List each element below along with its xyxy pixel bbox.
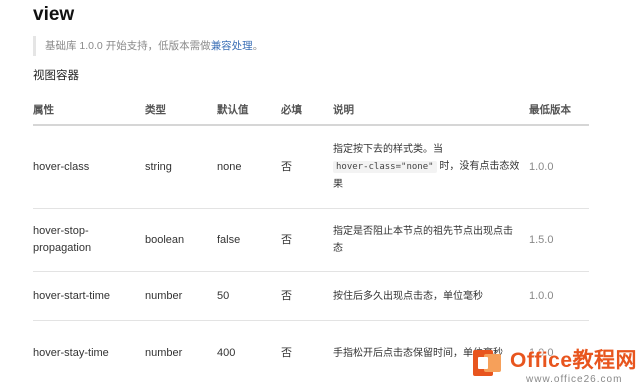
header-required: 必填 [281,94,333,126]
tip-suffix: 。 [252,40,264,52]
table-row: hover-stay-time number 400 否 手指松开后点击态保留时… [33,321,589,386]
cell-type: string [145,125,217,209]
cell-description: 按住后多久出现点击态，单位毫秒 [333,271,529,321]
cell-description: 指定按下去的样式类。当 hover-class="none" 时，没有点击态效果 [333,125,529,209]
cell-attr: hover-stop-propagation [33,208,145,272]
cell-attr: hover-class [33,125,145,209]
cell-type: boolean [145,208,217,272]
section-title: 视图容器 [33,70,79,82]
desc-text: 指定按下去的样式类。当 [333,144,443,155]
cell-type: number [145,346,183,359]
cell-attr: hover-start-time [33,271,145,321]
table-row: hover-start-time number 50 否 按住后多久出现点击态，… [33,271,589,321]
compatibility-link[interactable]: 兼容处理 [211,40,253,52]
desc-code: hover-class="none" [333,161,437,173]
cell-required: 否 [281,125,333,209]
header-attr: 属性 [33,94,145,126]
cell-type: number [145,271,217,321]
cell-required: 否 [281,271,333,321]
table-header-row: 属性 类型 默认值 必填 说明 最低版本 [33,94,589,126]
properties-table: 属性 类型 默认值 必填 说明 最低版本 hover-class string … [33,94,589,385]
cell-version: 1.0.0 [529,271,589,321]
table-row: hover-stop-propagation boolean false 否 指… [33,208,589,272]
cell-version: 1.0.0 [529,125,589,209]
header-type: 类型 [145,94,217,126]
cell-default: false [217,208,281,272]
table-row: hover-class string none 否 指定按下去的样式类。当 hov… [33,125,589,209]
cell-default: 400 [217,346,236,359]
cell-default: 50 [217,271,281,321]
cell-version: 1.5.0 [529,208,589,272]
cell-description: 指定是否阻止本节点的祖先节点出现点击态 [333,208,529,272]
cell-required: 否 [281,346,292,359]
compatibility-tip: 基础库 1.0.0 开始支持，低版本需做兼容处理。 [33,36,593,56]
cell-description: 手指松开后点击态保留时间，单位毫秒 [333,347,503,359]
header-default: 默认值 [217,94,281,126]
cell-attr: hover-stay-time [33,346,109,359]
cell-required: 否 [281,208,333,272]
tip-text: 基础库 1.0.0 开始支持，低版本需做 [45,40,211,52]
header-min-version: 最低版本 [529,94,589,126]
cell-version: 1.0.0 [529,346,554,359]
cell-default: none [217,125,281,209]
page-title: view [33,4,75,25]
header-description: 说明 [333,94,529,126]
